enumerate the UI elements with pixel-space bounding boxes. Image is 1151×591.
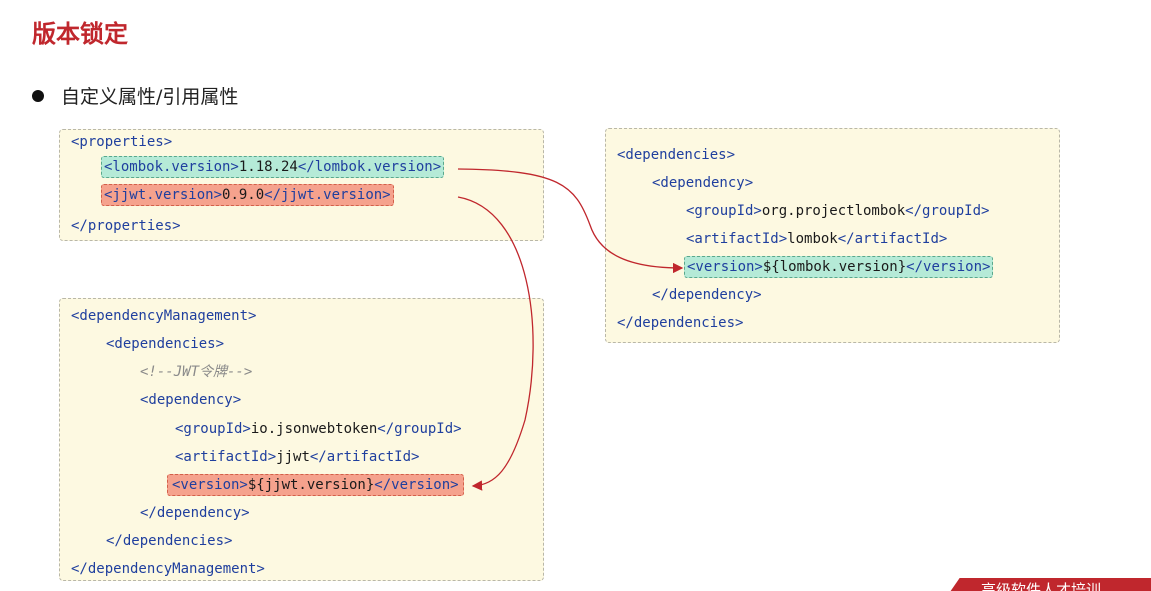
brand-badge: 高级软件人才培训 (943, 578, 1151, 591)
lombok-reference-arrow (457, 168, 684, 274)
reference-arrows (457, 168, 684, 491)
jjwt-reference-arrow (457, 196, 534, 491)
